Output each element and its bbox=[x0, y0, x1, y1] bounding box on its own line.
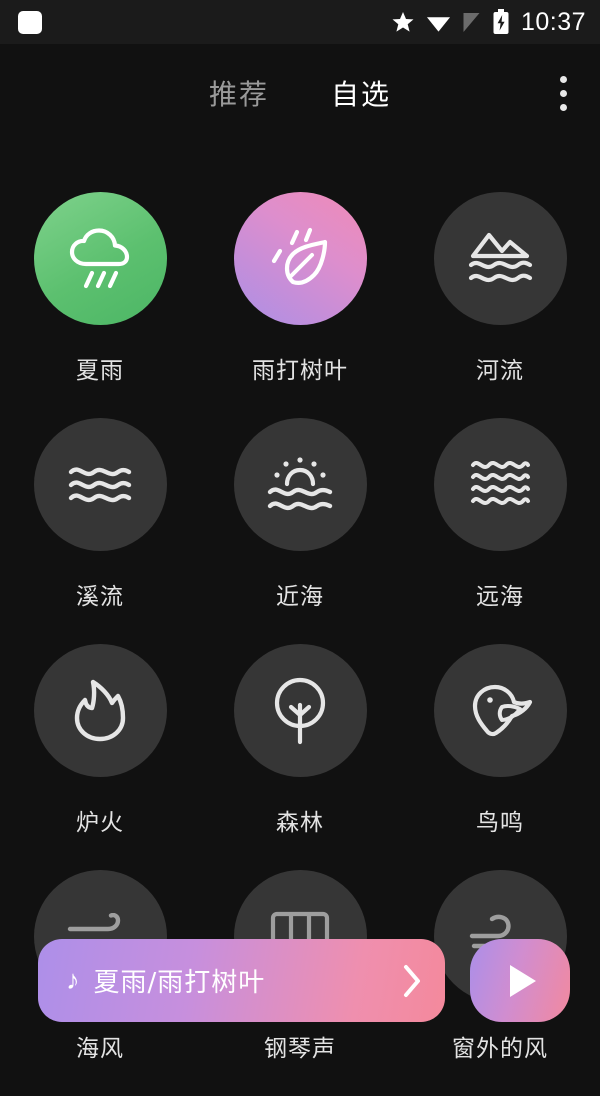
sound-item-nearshore[interactable]: 近海 bbox=[200, 418, 400, 611]
rain-cloud-icon bbox=[69, 227, 130, 288]
sound-disc[interactable] bbox=[433, 644, 567, 777]
sound-item-summer-rain[interactable]: 夏雨 bbox=[0, 192, 200, 385]
sound-item-label: 森林 bbox=[276, 810, 324, 836]
sound-item-birdsong[interactable]: 鸟鸣 bbox=[400, 644, 600, 837]
sun-waves-icon bbox=[267, 456, 333, 510]
sound-disc[interactable] bbox=[433, 418, 567, 551]
sound-item-label: 炉火 bbox=[76, 810, 124, 836]
rain-leaf-icon bbox=[271, 227, 328, 285]
sound-item-stream[interactable]: 溪流 bbox=[0, 418, 200, 611]
sound-item-label: 河流 bbox=[476, 358, 524, 384]
triple-wave-icon bbox=[68, 466, 132, 502]
tab-recommend[interactable]: 推荐 bbox=[209, 73, 269, 113]
play-icon bbox=[510, 964, 536, 997]
sound-grid-row: 炉火 森林 鸟鸣 bbox=[0, 644, 600, 870]
sound-item-rain-on-leaves[interactable]: 雨打树叶 bbox=[200, 192, 400, 385]
bird-icon bbox=[472, 684, 533, 736]
now-playing-title: 夏雨/雨打树叶 bbox=[93, 968, 266, 998]
sound-disc[interactable] bbox=[33, 644, 167, 777]
sound-item-label: 鸟鸣 bbox=[476, 810, 524, 836]
sound-grid: 夏雨 雨打树叶 河流 溪流 近海 远海 炉火 森林 鸟鸣 海风 钢琴声 窗外的风 bbox=[0, 142, 600, 1067]
menu-dot bbox=[559, 89, 567, 97]
sound-item-river[interactable]: 河流 bbox=[400, 192, 600, 385]
music-note-icon: ♪ bbox=[66, 965, 80, 995]
sound-disc[interactable] bbox=[33, 418, 167, 551]
tab-bar: 推荐 自选 bbox=[0, 44, 600, 142]
rounded-square-icon bbox=[18, 10, 42, 34]
play-button[interactable] bbox=[470, 939, 570, 1022]
tab-custom[interactable]: 自选 bbox=[331, 73, 391, 113]
sound-item-label: 雨打树叶 bbox=[252, 358, 348, 384]
sound-disc[interactable] bbox=[433, 192, 567, 325]
sound-item-label: 钢琴声 bbox=[264, 1036, 336, 1062]
wifi-icon bbox=[426, 17, 450, 32]
mountain-waves-icon bbox=[468, 232, 533, 282]
now-playing-bar[interactable]: ♪ 夏雨/雨打树叶 bbox=[38, 939, 445, 1022]
signal-icon bbox=[463, 13, 480, 32]
status-bar-clock: 10:37 bbox=[520, 7, 586, 36]
sound-item-label: 溪流 bbox=[76, 584, 124, 610]
app-header: 推荐 自选 bbox=[0, 44, 600, 142]
status-bar-right: 10:37 bbox=[391, 8, 600, 37]
star-icon bbox=[392, 12, 414, 32]
menu-dot bbox=[559, 103, 567, 111]
sound-disc[interactable] bbox=[233, 192, 367, 325]
dense-waves-icon bbox=[471, 460, 530, 505]
sound-item-label: 夏雨 bbox=[76, 358, 124, 384]
sound-item-forest[interactable]: 森林 bbox=[200, 644, 400, 837]
sound-item-label: 近海 bbox=[276, 584, 324, 610]
menu-dot bbox=[559, 75, 567, 83]
sound-grid-row: 夏雨 雨打树叶 河流 bbox=[0, 192, 600, 418]
flame-icon bbox=[74, 679, 126, 741]
battery-charging-icon bbox=[493, 9, 509, 34]
sound-disc[interactable] bbox=[33, 192, 167, 325]
sound-item-label: 远海 bbox=[476, 584, 524, 610]
sound-item-label: 海风 bbox=[76, 1036, 124, 1062]
more-options-icon[interactable] bbox=[526, 44, 600, 142]
sound-grid-row: 溪流 近海 远海 bbox=[0, 418, 600, 644]
sound-item-offshore[interactable]: 远海 bbox=[400, 418, 600, 611]
chevron-right-icon[interactable] bbox=[401, 963, 423, 999]
status-bar-left bbox=[0, 10, 42, 34]
sound-disc[interactable] bbox=[233, 644, 367, 777]
sound-item-fireplace[interactable]: 炉火 bbox=[0, 644, 200, 837]
tree-icon bbox=[274, 677, 326, 744]
sound-disc[interactable] bbox=[233, 418, 367, 551]
status-bar: 10:37 bbox=[0, 0, 600, 44]
sound-item-label: 窗外的风 bbox=[452, 1036, 548, 1062]
